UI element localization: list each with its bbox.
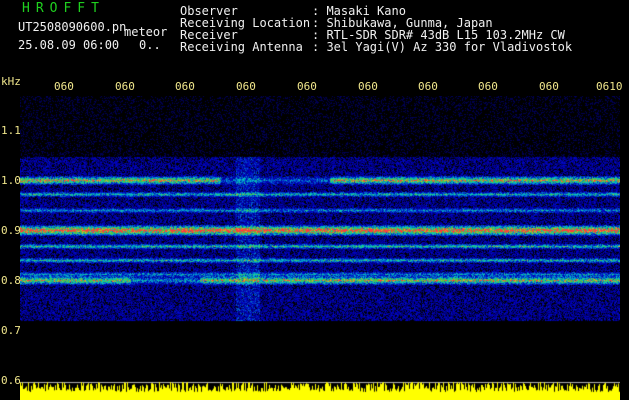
x-tick-label: 060 [297, 80, 317, 93]
signal-power-strip [20, 372, 620, 400]
count-value: 0.. [139, 38, 161, 52]
y-tick-label: 1.1 [1, 124, 21, 137]
date-time: 25.08.09 06:00 [18, 38, 120, 52]
app-name: HROFFT [22, 1, 105, 16]
y-axis-unit: kHz [1, 75, 21, 88]
x-tick-label: 060 [358, 80, 378, 93]
y-tick-label: 0.9 [1, 224, 21, 237]
x-tick-label: 060 [175, 80, 195, 93]
y-tick-label: 0.7 [1, 324, 21, 337]
y-tick-label: 0.8 [1, 274, 21, 287]
x-tick-label: 0610 [596, 80, 623, 93]
x-tick-label: 060 [236, 80, 256, 93]
y-tick-label: 0.6 [1, 374, 21, 387]
x-tick-label: 060 [54, 80, 74, 93]
x-tick-label: 060 [478, 80, 498, 93]
x-tick-label: 060 [115, 80, 135, 93]
mode-label: meteor [124, 25, 168, 39]
y-tick-label: 1.0 [1, 174, 21, 187]
waterfall-spectrogram [20, 96, 620, 372]
antenna-label: Receiving Antenna [180, 40, 303, 54]
antenna-value: : 3el Yagi(V) Az 330 for Vladivostok [312, 40, 573, 54]
x-tick-label: 060 [418, 80, 438, 93]
x-tick-label: 060 [539, 80, 559, 93]
file-name: UT2508090600.pn [18, 20, 127, 34]
